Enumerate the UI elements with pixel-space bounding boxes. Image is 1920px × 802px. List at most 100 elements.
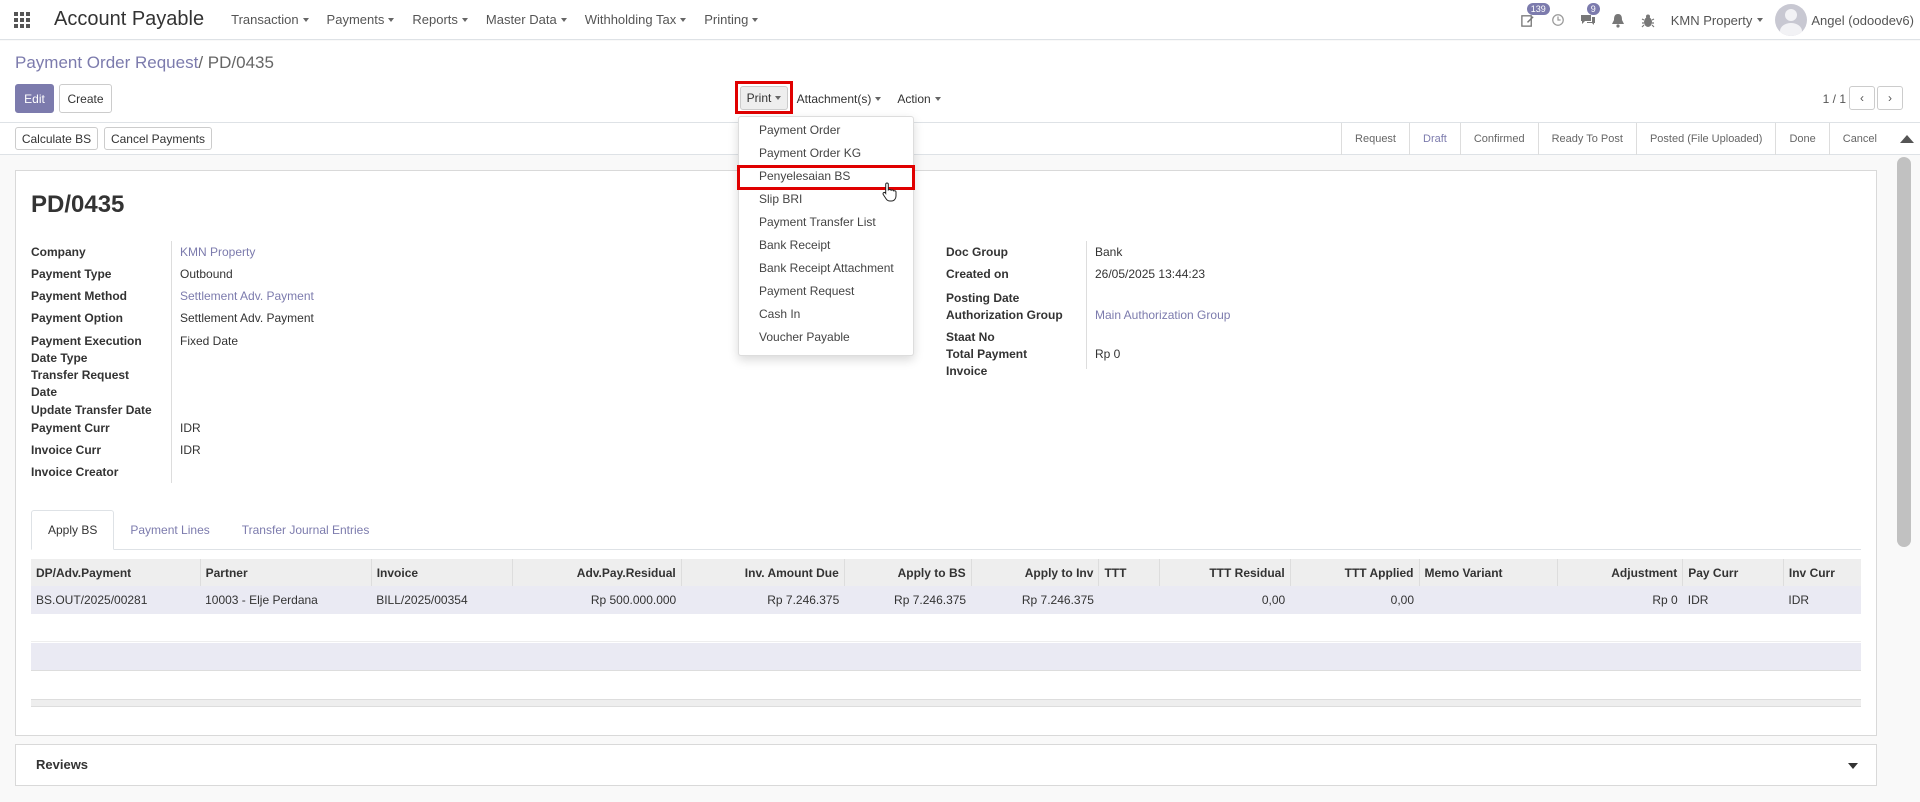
status-request[interactable]: Request — [1341, 123, 1409, 155]
print-dropdown-menu: Payment Order Payment Order KG Penyelesa… — [738, 116, 914, 356]
app-title[interactable]: Account Payable — [54, 8, 204, 31]
status-confirmed[interactable]: Confirmed — [1459, 123, 1538, 155]
cell: IDR — [1783, 586, 1861, 615]
menu-master-data[interactable]: Master Data — [477, 0, 576, 40]
print-item-slip-bri[interactable]: Slip BRI — [759, 192, 802, 206]
col-ttt[interactable]: TTT — [1098, 559, 1160, 586]
apply-bs-table: DP/Adv.Payment Partner Invoice Adv.Pay.R… — [31, 559, 1861, 615]
label-invoice-curr: Invoice Curr — [31, 443, 102, 457]
field-divider — [171, 241, 172, 483]
table-row[interactable]: BS.OUT/2025/00281 10003 - Elje Perdana B… — [31, 586, 1861, 615]
action-button[interactable]: Action — [894, 84, 944, 113]
col-memo-variant[interactable]: Memo Variant — [1418, 559, 1558, 586]
reviews-title: Reviews — [36, 757, 89, 772]
col-invoice[interactable]: Invoice — [370, 559, 513, 586]
col-inv-amount-due[interactable]: Inv. Amount Due — [680, 559, 845, 586]
cancel-payments-button[interactable]: Cancel Payments — [104, 127, 212, 150]
pager-value[interactable]: 1 / 1 — [1823, 92, 1846, 106]
pager-next-button[interactable]: › — [1877, 86, 1903, 110]
tab-payment-lines[interactable]: Payment Lines — [114, 510, 225, 550]
label-payment-execution-date-type: Payment Execution Date Type — [31, 334, 142, 365]
edit-button[interactable]: Edit — [15, 84, 54, 113]
scrollbar[interactable] — [1897, 157, 1911, 547]
status-ready-to-post[interactable]: Ready To Post — [1537, 123, 1636, 155]
col-apply-to-bs[interactable]: Apply to BS — [843, 559, 972, 586]
messages-badge: 9 — [1586, 3, 1600, 15]
caret-down-icon — [302, 17, 309, 22]
value-payment-method[interactable]: Settlement Adv. Payment — [180, 288, 314, 305]
status-posted[interactable]: Posted (File Uploaded) — [1635, 123, 1776, 155]
label-posting-date: Posting Date — [946, 291, 1020, 305]
col-dp-adv-payment[interactable]: DP/Adv.Payment — [31, 559, 201, 586]
label-payment-method: Payment Method — [31, 289, 128, 303]
bug-icon[interactable] — [1633, 0, 1663, 40]
menu-printing[interactable]: Printing — [695, 0, 767, 40]
notebook-tabs: Apply BS Payment Lines Transfer Journal … — [31, 510, 1861, 550]
value-payment-type: Outbound — [180, 267, 233, 281]
label-company: Company — [31, 245, 86, 259]
print-item-bank-receipt[interactable]: Bank Receipt — [759, 238, 830, 252]
col-adv-pay-residual[interactable]: Adv.Pay.Residual — [511, 559, 682, 586]
cell: Rp 7.246.375 — [844, 586, 972, 615]
print-item-payment-request[interactable]: Payment Request — [759, 284, 854, 298]
scroll-up-icon[interactable] — [1900, 135, 1914, 143]
label-payment-type: Payment Type — [31, 267, 112, 281]
value-total-payment-invoice: Rp 0 — [1095, 347, 1121, 361]
caret-down-icon — [934, 96, 941, 101]
menu-transaction[interactable]: Transaction — [222, 0, 317, 40]
attachments-button[interactable]: Attachment(s) — [796, 84, 882, 113]
status-draft[interactable]: Draft — [1409, 123, 1460, 155]
menu-reports[interactable]: Reports — [403, 0, 477, 40]
company-switcher[interactable]: KMN Property — [1663, 13, 1776, 28]
messages-icon[interactable]: 9 — [1573, 0, 1603, 40]
status-done[interactable]: Done — [1775, 123, 1828, 155]
col-ttt-applied[interactable]: TTT Applied — [1289, 559, 1420, 586]
print-item-cash-in[interactable]: Cash In — [759, 307, 800, 321]
print-item-payment-transfer-list[interactable]: Payment Transfer List — [759, 215, 876, 229]
cell: Rp 7.246.375 — [971, 586, 1099, 615]
value-created-on: 26/05/2025 13:44:23 — [1095, 267, 1206, 281]
clock-icon[interactable] — [1543, 0, 1573, 40]
bell-icon[interactable] — [1603, 0, 1633, 40]
breadcrumb-parent-link[interactable]: Payment Order Request — [15, 53, 198, 72]
systray: 139 9 KMN Property Angel (odoodev6) — [1513, 0, 1920, 40]
calculate-bs-button[interactable]: Calculate BS — [15, 127, 98, 150]
label-payment-option: Payment Option — [31, 311, 124, 325]
cell — [1419, 586, 1558, 615]
label-transfer-request-date: Transfer Request Date — [31, 368, 130, 399]
menu-withholding-tax[interactable]: Withholding Tax — [576, 0, 696, 40]
col-apply-to-inv[interactable]: Apply to Inv — [970, 559, 1099, 586]
caret-down-icon — [461, 17, 468, 22]
status-cancel[interactable]: Cancel — [1828, 123, 1890, 155]
col-ttt-residual[interactable]: TTT Residual — [1158, 559, 1291, 586]
pager-previous-button[interactable]: ‹ — [1849, 86, 1875, 110]
breadcrumb-separator: / — [198, 53, 204, 72]
caret-down-icon — [680, 17, 687, 22]
col-adjustment[interactable]: Adjustment — [1557, 559, 1683, 586]
print-item-payment-order[interactable]: Payment Order — [759, 123, 840, 137]
print-item-voucher-payable[interactable]: Voucher Payable — [759, 330, 850, 344]
print-item-payment-order-kg[interactable]: Payment Order KG — [759, 146, 861, 160]
label-staat-no: Staat No — [946, 330, 995, 344]
tab-transfer-journal-entries[interactable]: Transfer Journal Entries — [226, 510, 386, 550]
value-authorization-group[interactable]: Main Authorization Group — [1095, 307, 1230, 324]
form-sheet: PD/0435 Company KMN Property Payment Typ… — [15, 170, 1877, 736]
tab-apply-bs[interactable]: Apply BS — [31, 510, 115, 550]
print-item-bank-receipt-attachment[interactable]: Bank Receipt Attachment — [759, 261, 894, 275]
reviews-section[interactable]: Reviews — [15, 744, 1877, 786]
cell: Rp 500.000.000 — [512, 586, 682, 615]
table-footer — [31, 699, 1861, 707]
activity-edit-icon[interactable]: 139 — [1513, 0, 1550, 40]
cell: 10003 - Elje Perdana — [200, 586, 372, 615]
col-inv-curr[interactable]: Inv Curr — [1782, 559, 1861, 586]
col-pay-curr[interactable]: Pay Curr — [1682, 559, 1784, 586]
top-navbar: Account Payable Transaction Payments Rep… — [0, 0, 1920, 40]
caret-down-icon — [388, 17, 395, 22]
menu-payments[interactable]: Payments — [318, 0, 404, 40]
create-button[interactable]: Create — [59, 84, 112, 113]
col-partner[interactable]: Partner — [199, 559, 372, 586]
table-empty-row — [31, 643, 1861, 671]
value-company[interactable]: KMN Property — [180, 244, 255, 261]
user-menu[interactable]: Angel (odoodev6) — [1775, 4, 1920, 36]
apps-menu-icon[interactable] — [0, 0, 44, 40]
